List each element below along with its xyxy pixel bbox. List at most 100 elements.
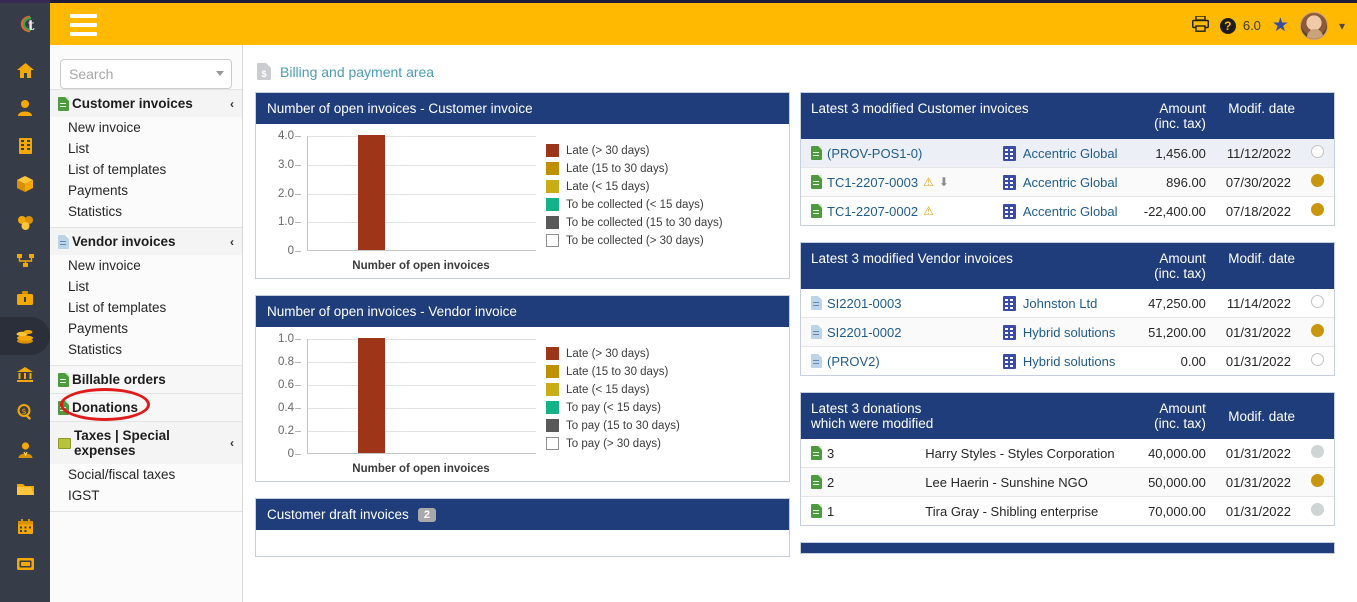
row-reference-link[interactable]: (PROV2) [827, 354, 880, 369]
table-row[interactable]: SI2201-0002 Hybrid solutions 51,200.00 01/3… [801, 317, 1334, 347]
sidebar-item-igst[interactable]: IGST [50, 485, 242, 511]
row-reference-link[interactable]: 1 [827, 504, 834, 519]
building-icon[interactable] [0, 127, 50, 165]
sidebar-item-list[interactable]: List [50, 276, 242, 297]
legend-swatch [546, 347, 559, 360]
nav-block-donations: Donations [50, 394, 242, 422]
y-axis-tick-label: 0.2 [278, 425, 301, 437]
bank-icon[interactable] [0, 355, 50, 393]
table-row[interactable]: TC1-2207-0002 ⚠ Accentric Global -22,400.00… [801, 197, 1334, 226]
calendar-icon[interactable] [0, 507, 50, 545]
nav-section-header[interactable]: Donations [50, 394, 242, 421]
sidebar-item-social-fiscal-taxes[interactable]: Social/fiscal taxes [50, 464, 242, 485]
nav-section-header[interactable]: Vendor invoices ‹ [50, 228, 242, 255]
table-row[interactable]: 2 Lee Haerin - Sunshine NGO 50,000.00 01/31… [801, 467, 1334, 497]
sidebar-item-list-of-templates[interactable]: List of templates [50, 159, 242, 180]
table-row[interactable]: 3 Harry Styles - Styles Corporation 40,000… [801, 439, 1334, 468]
network-icon[interactable] [0, 241, 50, 279]
plot-wrapper: 4.0 3.0 2.0 1.0 0 Number of open invoices [262, 130, 542, 272]
sidebar-item-new-invoice[interactable]: New invoice [50, 255, 242, 276]
row-reference-link[interactable]: (PROV-POS1-0) [827, 146, 922, 161]
menu-toggle-button[interactable] [70, 14, 97, 36]
column-header-title: Latest 3 modified Vendor invoices [801, 243, 1132, 289]
sidebar-item-new-invoice[interactable]: New invoice [50, 117, 242, 138]
gridline [308, 164, 536, 166]
sidebar-item-list-of-templates[interactable]: List of templates [50, 297, 242, 318]
row-reference-link[interactable]: 2 [827, 475, 834, 490]
app-logo-small[interactable]: t [0, 3, 50, 45]
breadcrumb-link[interactable]: Billing and payment area [280, 64, 434, 80]
stock-icon[interactable] [0, 203, 50, 241]
briefcase-icon[interactable] [0, 279, 50, 317]
chevron-down-icon[interactable]: ▾ [1339, 19, 1345, 33]
print-icon[interactable] [1191, 14, 1209, 36]
column-header-amount: Amount (inc. tax) [1124, 393, 1216, 439]
gridline [308, 385, 536, 386]
nav-section-header[interactable]: Billable orders [50, 366, 242, 393]
row-entity-link[interactable]: Johnston Ltd [1023, 296, 1097, 311]
row-reference-link[interactable]: 3 [827, 446, 834, 461]
legend-label: To pay (15 to 30 days) [566, 419, 680, 432]
download-icon[interactable]: ⬇ [939, 175, 949, 189]
y-axis-tick-label: 1.0 [278, 216, 301, 229]
row-entity-link[interactable]: Accentric Global [1023, 146, 1118, 161]
home-icon[interactable] [0, 51, 50, 89]
status-dot [1311, 474, 1324, 487]
table-row[interactable]: (PROV-POS1-0) Accentric Global 1,456.00 11/… [801, 139, 1334, 168]
folder-icon[interactable] [0, 469, 50, 507]
status-dot [1311, 295, 1324, 308]
table-row[interactable]: 1 Tira Gray - Shibling enterprise 70,000.0… [801, 497, 1334, 526]
nav-section-header[interactable]: Taxes | Special expenses ‹ [50, 422, 242, 464]
sidebar-item-payments[interactable]: Payments [50, 180, 242, 201]
nav-section-header[interactable]: Customer invoices ‹ [50, 90, 242, 117]
coins-icon[interactable] [0, 317, 50, 355]
employee-icon[interactable] [0, 431, 50, 469]
sidebar-item-list[interactable]: List [50, 138, 242, 159]
row-reference-link[interactable]: SI2201-0003 [827, 296, 901, 311]
row-entity-link[interactable]: Hybrid solutions [1023, 325, 1116, 340]
row-amount: 47,250.00 [1131, 289, 1216, 318]
gridline [308, 222, 536, 224]
row-entity-link[interactable]: Hybrid solutions [1023, 354, 1116, 369]
card-latest-donations: Latest 3 donations which were modified A… [800, 392, 1335, 526]
chevron-left-icon[interactable]: ‹ [230, 235, 234, 249]
row-reference-link[interactable]: SI2201-0002 [827, 325, 901, 340]
svg-text:$: $ [21, 407, 26, 416]
dashboard-columns: Number of open invoices - Customer invoi… [243, 92, 1357, 573]
bookmark-star-icon[interactable]: ★ [1272, 14, 1289, 37]
y-axis-tick-label: 0.8 [278, 356, 301, 368]
row-reference-link[interactable]: TC1-2207-0002 [827, 204, 918, 219]
row-reference-link[interactable]: TC1-2207-0003 [827, 175, 918, 190]
row-entity-link[interactable]: Accentric Global [1023, 204, 1118, 219]
building-icon [1002, 295, 1016, 311]
user-icon[interactable] [0, 89, 50, 127]
legend-item: Late (< 15 days) [546, 383, 680, 396]
table-row[interactable]: (PROV2) Hybrid solutions 0.00 01/31/2022 [801, 347, 1334, 376]
table-row[interactable]: SI2201-0003 Johnston Ltd 47,250.00 11/14/20… [801, 289, 1334, 318]
row-entity-link[interactable]: Accentric Global [1023, 175, 1118, 190]
accounting-search-icon[interactable]: $ [0, 393, 50, 431]
sidebar-item-payments[interactable]: Payments [50, 318, 242, 339]
rail-icon-list: $ [0, 45, 50, 583]
search-box[interactable] [60, 59, 232, 89]
chevron-left-icon[interactable]: ‹ [230, 97, 234, 111]
chevron-left-icon[interactable]: ‹ [230, 436, 234, 450]
row-status [1301, 197, 1334, 226]
warning-icon: ⚠ [923, 204, 934, 218]
row-donor: Tira Gray - Shibling enterprise [925, 503, 1099, 519]
avatar[interactable] [1299, 11, 1328, 40]
sidebar-item-statistics[interactable]: Statistics [50, 201, 242, 227]
column-header-status [1301, 243, 1334, 289]
doc-green-icon [811, 446, 822, 460]
search-input[interactable] [61, 60, 231, 88]
table-row[interactable]: TC1-2207-0003 ⚠ ⬇ Accentric Global 896.00 07/… [801, 167, 1334, 197]
help-icon[interactable]: ? [1219, 17, 1236, 34]
box-icon[interactable] [0, 165, 50, 203]
chevron-down-icon[interactable] [216, 71, 224, 76]
sidebar-item-statistics[interactable]: Statistics [50, 339, 242, 365]
ticket-icon[interactable] [0, 545, 50, 583]
table-body: SI2201-0003 Johnston Ltd 47,250.00 11/14/20… [801, 289, 1334, 375]
nav-block-list: Customer invoices ‹ New invoice List List of… [50, 89, 242, 512]
y-axis-tick-label: 3.0 [278, 158, 301, 171]
row-date: 11/12/2022 [1215, 139, 1301, 168]
